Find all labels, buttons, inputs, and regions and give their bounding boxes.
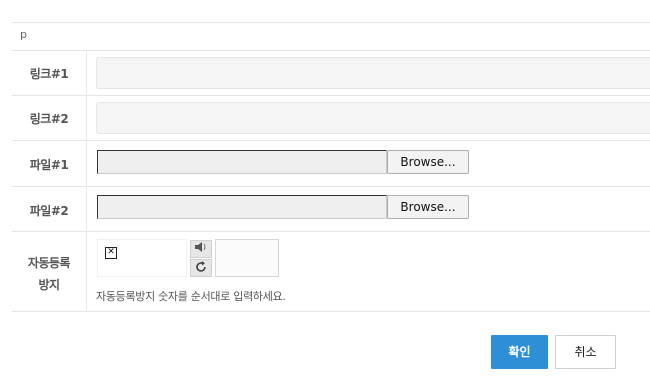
- divider: [12, 311, 650, 312]
- divider: [12, 186, 650, 187]
- file1-browse-button[interactable]: Browse...: [387, 150, 469, 174]
- link1-input[interactable]: [96, 57, 650, 89]
- divider: [12, 95, 650, 96]
- file2-browse-button[interactable]: Browse...: [387, 195, 469, 219]
- divider: [12, 231, 650, 232]
- refresh-icon: [196, 261, 206, 272]
- p-text: p: [20, 28, 27, 41]
- divider: [12, 50, 650, 51]
- captcha-image: ✕: [97, 239, 187, 277]
- refresh-icon[interactable]: [190, 259, 212, 277]
- link2-input[interactable]: [96, 102, 650, 134]
- captcha-input[interactable]: [215, 239, 279, 277]
- broken-image-icon: ✕: [105, 247, 117, 259]
- confirm-button[interactable]: 확인: [491, 335, 548, 369]
- link1-label: 링크#1: [29, 67, 69, 81]
- divider: [12, 140, 650, 141]
- speaker-icon: [195, 242, 206, 252]
- file1-label: 파일#1: [29, 158, 69, 172]
- captcha-help-text: 자동등록방지 숫자를 순서대로 입력하세요.: [96, 290, 286, 303]
- divider: [12, 22, 650, 23]
- link2-label: 링크#2: [29, 112, 69, 126]
- captcha-label-line2: 방지: [38, 278, 60, 292]
- speaker-icon[interactable]: [190, 240, 212, 258]
- column-divider: [86, 50, 87, 312]
- captcha-label-line1: 자동등록: [27, 256, 71, 270]
- file2-label: 파일#2: [29, 204, 69, 218]
- file1-path-field[interactable]: [97, 150, 387, 174]
- cancel-button[interactable]: 취소: [555, 335, 616, 369]
- file2-path-field[interactable]: [97, 195, 387, 219]
